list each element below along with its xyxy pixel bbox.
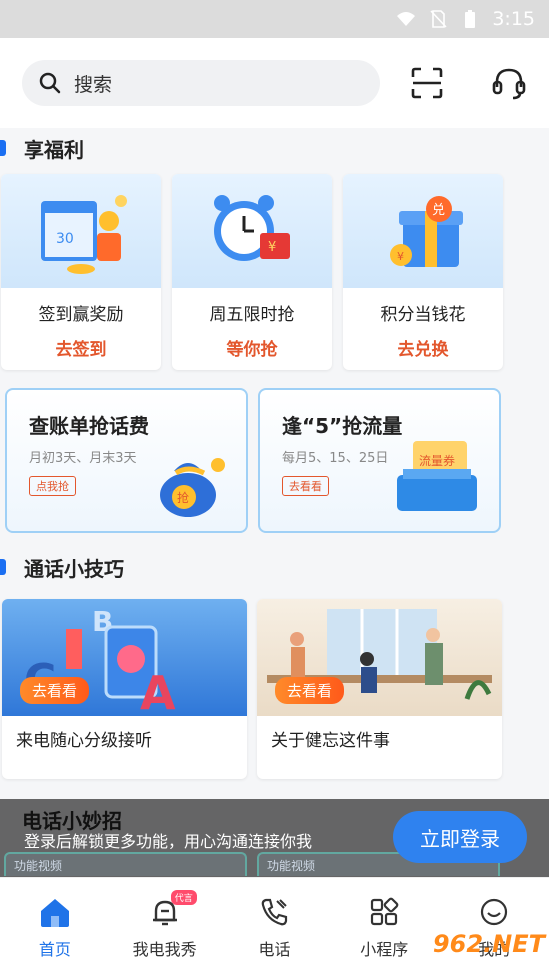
- calendar-illustration: 30: [1, 174, 161, 288]
- tip-go-button[interactable]: 去看看: [275, 677, 345, 704]
- section-benefits-title: 享福利: [0, 128, 549, 168]
- section-marker: [0, 140, 6, 156]
- tip-card-forgetful[interactable]: 去看看 关于健忘这件事: [257, 599, 502, 779]
- promo-card-data[interactable]: 逢“5”抢流量 每月5、15、25日 去看看 流量券: [258, 388, 501, 533]
- tip-image-phone: BCA 去看看: [2, 599, 247, 716]
- login-prompt-overlay: 电话小妙招 功能视频 功能视频 登录后解锁更多功能，用心沟通连接你我 立即登录: [0, 799, 549, 877]
- section-marker: [0, 559, 6, 575]
- home-icon: [40, 899, 69, 927]
- top-bar: 搜索: [0, 38, 549, 128]
- tab-label: 小程序: [360, 940, 409, 959]
- search-placeholder: 搜索: [74, 73, 113, 96]
- tip-label: 来电随心分级接听: [16, 731, 152, 751]
- benefit-card-friday[interactable]: ¥ 周五限时抢 等你抢: [172, 174, 332, 370]
- login-prompt-text: 登录后解锁更多功能，用心沟通连接你我: [24, 832, 313, 851]
- money-bag-illustration: 抢: [160, 458, 225, 517]
- promo-title: 查账单抢话费: [29, 414, 149, 438]
- promo-image-text: 抢: [177, 490, 189, 505]
- benefit-title: 积分当钱花: [380, 305, 466, 325]
- promo-card-bill[interactable]: 查账单抢话费 月初3天、月末3天 点我抢 抢: [5, 388, 248, 533]
- video-tag: 功能视频: [4, 852, 247, 876]
- benefit-title: 周五限时抢: [209, 305, 295, 325]
- tip-card-call-levels[interactable]: BCA 去看看 来电随心分级接听: [2, 599, 247, 779]
- bottom-tab-bar: 首页 代言 我电我秀 电话 小程序 我的: [0, 877, 549, 976]
- wifi-icon: [397, 12, 416, 26]
- scan-icon[interactable]: [409, 65, 445, 101]
- tab-my-show[interactable]: 代言 我电我秀: [115, 890, 215, 976]
- smile-icon: [480, 898, 508, 926]
- tab-home[interactable]: 首页: [5, 896, 105, 976]
- tab-phone[interactable]: 电话: [224, 896, 324, 976]
- clock: 3:15: [492, 8, 535, 30]
- benefit-action[interactable]: 等你抢: [172, 335, 332, 360]
- tab-label: 电话: [258, 940, 291, 959]
- status-bar: 3:15: [0, 0, 549, 38]
- gift-box-illustration: 兑 ¥: [343, 174, 503, 288]
- tab-label: 首页: [38, 940, 71, 959]
- promo-button[interactable]: 去看看: [282, 476, 329, 496]
- benefits-row: 30 签到赢奖励 去签到 ¥ 周五限时抢 等你抢 兑 ¥ 积分当钱花 去兑换: [0, 174, 549, 370]
- promo-row: 查账单抢话费 月初3天、月末3天 点我抢 抢 逢“5”抢流量 每月5、15、25…: [0, 370, 549, 533]
- benefit-card-points[interactable]: 兑 ¥ 积分当钱花 去兑换: [343, 174, 503, 370]
- benefit-action[interactable]: 去兑换: [343, 335, 503, 360]
- data-coupon-illustration: 流量券: [397, 441, 477, 511]
- svg-text:兑: 兑: [432, 203, 445, 218]
- svg-text:A: A: [140, 666, 176, 716]
- benefit-action[interactable]: 去签到: [1, 335, 161, 360]
- phone-icon: [262, 898, 288, 926]
- no-sim-icon: [430, 10, 447, 28]
- section-tips-title: 通话小技巧: [0, 547, 549, 587]
- search-icon: [39, 72, 61, 94]
- alarm-clock-illustration: ¥: [172, 174, 332, 288]
- promo-image-text: 流量券: [419, 453, 455, 468]
- tab-mini-programs[interactable]: 小程序: [334, 896, 434, 976]
- search-box[interactable]: 搜索: [22, 60, 380, 106]
- apps-icon: [371, 897, 399, 926]
- battery-icon: [465, 10, 476, 28]
- login-button[interactable]: 立即登录: [393, 811, 527, 863]
- svg-text:¥: ¥: [268, 240, 276, 255]
- tab-badge: 代言: [170, 890, 197, 905]
- tip-go-button[interactable]: 去看看: [20, 677, 90, 704]
- svg-text:30: 30: [56, 231, 74, 247]
- tip-label: 关于健忘这件事: [271, 731, 390, 751]
- tips-row: BCA 去看看 来电随心分级接听 去看看 关于健忘这件事: [0, 599, 549, 779]
- svg-text:¥: ¥: [397, 250, 404, 263]
- benefit-card-signin[interactable]: 30 签到赢奖励 去签到: [1, 174, 161, 370]
- tip-image-office: 去看看: [257, 599, 502, 716]
- promo-button[interactable]: 点我抢: [29, 476, 76, 496]
- benefit-title: 签到赢奖励: [38, 305, 124, 325]
- headset-icon[interactable]: [491, 65, 527, 101]
- tab-label: 我电我秀: [132, 940, 197, 959]
- site-watermark: 962.NET: [432, 930, 545, 958]
